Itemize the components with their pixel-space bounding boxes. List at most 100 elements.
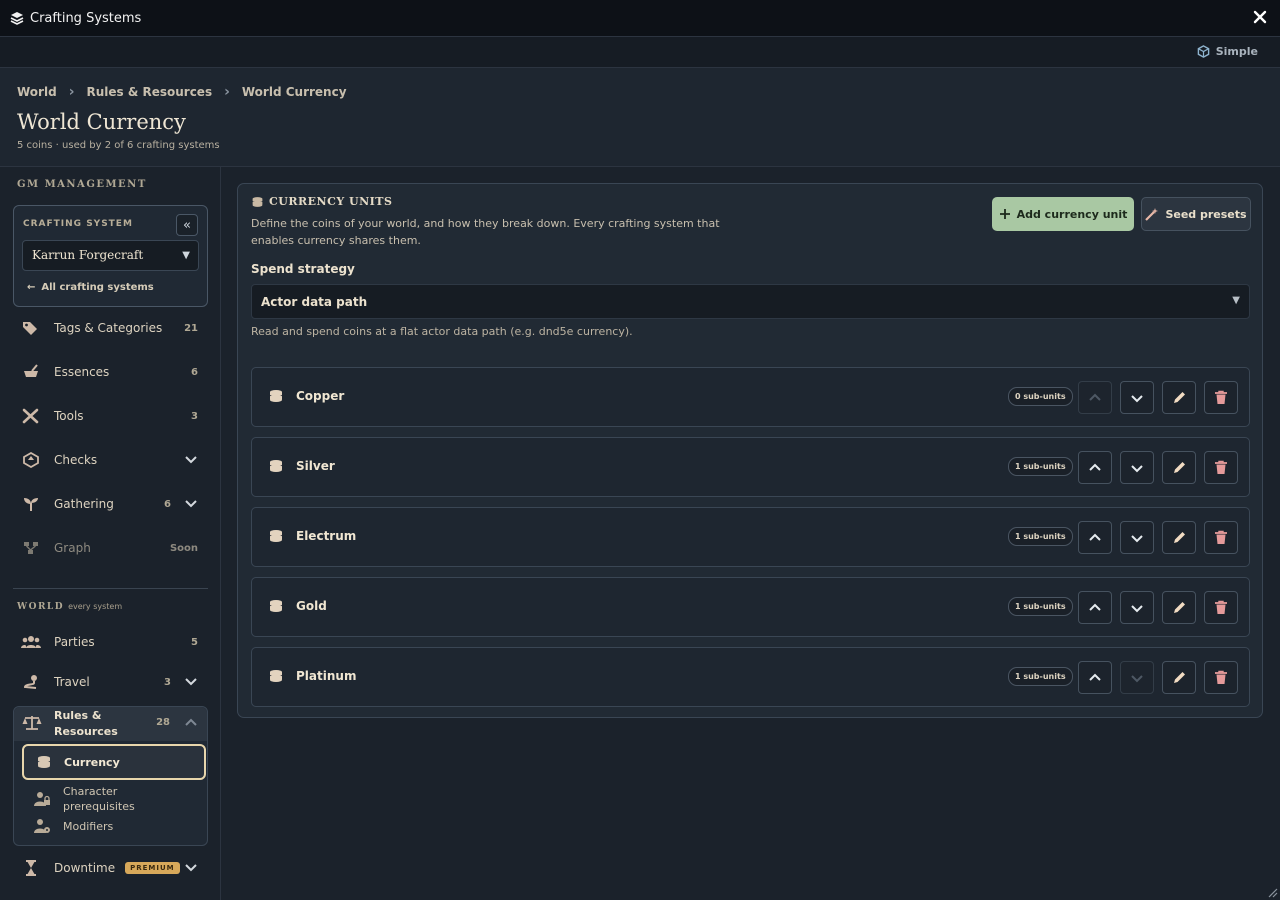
delete-button[interactable] xyxy=(1204,521,1238,554)
trash-icon xyxy=(1215,460,1227,474)
item-count: Soon xyxy=(169,542,198,554)
panel-title: CURRENCY UNITS xyxy=(251,195,392,208)
crafting-system-select[interactable]: Karrun Forgecraft ▼ xyxy=(22,240,199,271)
move-down-button[interactable] xyxy=(1120,381,1154,414)
chevron-up-icon xyxy=(1089,393,1101,401)
move-up-button[interactable] xyxy=(1078,661,1112,694)
move-down-button[interactable] xyxy=(1120,451,1154,484)
pencil-icon xyxy=(1173,392,1185,403)
edit-button[interactable] xyxy=(1162,451,1196,484)
chevron-right-icon: › xyxy=(224,84,230,100)
sidebar-subitem-modifiers[interactable]: Modifiers xyxy=(34,818,218,834)
premium-badge: PREMIUM xyxy=(125,862,180,874)
sidebar-item-tools[interactable]: Tools 3 xyxy=(13,396,208,436)
sidebar-item-downtime[interactable]: Downtime PREMIUM xyxy=(13,848,208,888)
sub-units-badge: 1 sub-units xyxy=(1008,457,1073,476)
sub-units-badge: 1 sub-units xyxy=(1008,667,1073,686)
sidebar-item-label: Gathering xyxy=(54,497,114,511)
breadcrumb-world[interactable]: World xyxy=(17,85,57,99)
sidebar-item-label: Graph xyxy=(54,541,91,555)
page-subtitle: 5 coins · used by 2 of 6 crafting system… xyxy=(17,140,220,151)
sidebar-subitem-character-prerequisites[interactable]: Character prerequisites xyxy=(34,784,218,814)
label-line2: prerequisites xyxy=(63,800,135,813)
collapse-sidebar-button[interactable]: « xyxy=(176,214,198,236)
sidebar-item-parties[interactable]: Parties 5 xyxy=(13,622,208,662)
unit-coin-icon xyxy=(268,389,284,406)
delete-button[interactable] xyxy=(1204,451,1238,484)
move-up-button[interactable] xyxy=(1078,451,1112,484)
sidebar-item-gathering[interactable]: Gathering 6 xyxy=(13,484,208,524)
mortar-icon xyxy=(21,363,41,381)
delete-button[interactable] xyxy=(1204,381,1238,414)
resize-grip-icon[interactable] xyxy=(1266,886,1278,898)
crafting-system-label: CRAFTING SYSTEM xyxy=(23,219,133,229)
rules-label-line2: Resources xyxy=(54,725,118,738)
coins-icon xyxy=(270,460,282,472)
item-count: 3 xyxy=(191,410,198,422)
edit-button[interactable] xyxy=(1162,381,1196,414)
edit-button[interactable] xyxy=(1162,521,1196,554)
graph-icon xyxy=(21,539,41,557)
dice-icon xyxy=(21,451,41,469)
move-down-button xyxy=(1120,661,1154,694)
sidebar-subitem-currency[interactable]: Currency xyxy=(22,744,206,780)
currency-unit-row: Silver 1 sub-units xyxy=(251,437,1250,497)
rules-label-line1: Rules & xyxy=(54,709,102,722)
move-down-button[interactable] xyxy=(1120,521,1154,554)
unit-coin-icon xyxy=(268,529,284,546)
close-icon[interactable] xyxy=(1252,9,1268,25)
coins-icon xyxy=(270,530,282,542)
currency-unit-row: Platinum 1 sub-units xyxy=(251,647,1250,707)
sidebar-item-checks[interactable]: Checks xyxy=(13,440,208,480)
delete-button[interactable] xyxy=(1204,661,1238,694)
delete-button[interactable] xyxy=(1204,591,1238,624)
world-label-sub: every system xyxy=(68,602,123,611)
edit-button[interactable] xyxy=(1162,591,1196,624)
breadcrumb-rules[interactable]: Rules & Resources xyxy=(86,85,212,99)
coins-icon xyxy=(38,756,50,768)
chevron-right-icon: › xyxy=(68,84,75,100)
sidebar-item-graph: Graph Soon xyxy=(13,528,208,568)
section-gm-label: GM MANAGEMENT xyxy=(17,179,147,190)
chevron-down-icon xyxy=(1131,674,1143,682)
item-count: 6 xyxy=(164,498,171,510)
sidebar-item-essences[interactable]: Essences 6 xyxy=(13,352,208,392)
coins-icon xyxy=(270,600,282,612)
add-currency-unit-button[interactable]: Add currency unit xyxy=(992,197,1134,231)
sidebar-item-label: Tags & Categories xyxy=(54,321,163,335)
all-systems-label: All crafting systems xyxy=(41,282,154,293)
currency-unit-row: Gold 1 sub-units xyxy=(251,577,1250,637)
breadcrumb-current: World Currency xyxy=(241,85,347,99)
seed-presets-button[interactable]: Seed presets xyxy=(1141,197,1251,231)
double-chevron-left-icon: « xyxy=(183,217,191,233)
move-up-button[interactable] xyxy=(1078,521,1112,554)
hourglass-icon xyxy=(21,859,41,877)
move-down-button[interactable] xyxy=(1120,591,1154,624)
chevron-down-icon xyxy=(1131,604,1143,612)
window-title: Crafting Systems xyxy=(30,10,142,26)
sidebar-item-rules-resources[interactable]: Rules & Resources 28 xyxy=(14,707,207,741)
all-systems-link[interactable]: ← All crafting systems xyxy=(27,282,154,293)
pencil-icon xyxy=(1173,672,1185,683)
move-up-button xyxy=(1078,381,1112,414)
mode-toggle[interactable]: Simple xyxy=(1197,45,1258,58)
sidebar-item-tags[interactable]: Tags & Categories 21 xyxy=(13,308,208,348)
sidebar-item-travel[interactable]: Travel 3 xyxy=(13,662,208,702)
edit-button[interactable] xyxy=(1162,661,1196,694)
spend-strategy-value: Actor data path xyxy=(261,295,368,309)
cube-icon xyxy=(1197,45,1210,58)
sidebar-subitem-label: Modifiers xyxy=(63,819,114,833)
scale-icon xyxy=(22,716,42,730)
panel-title-text: CURRENCY UNITS xyxy=(269,195,393,208)
chevron-up-icon[interactable] xyxy=(184,716,198,730)
move-up-button[interactable] xyxy=(1078,591,1112,624)
unit-name: Platinum xyxy=(296,669,357,683)
seed-button-label: Seed presets xyxy=(1165,207,1247,221)
item-count: 6 xyxy=(191,366,198,378)
arrow-left-icon: ← xyxy=(27,282,36,293)
chevron-up-icon xyxy=(1089,673,1101,681)
page-header: World › Rules & Resources › World Curren… xyxy=(0,68,1280,167)
sidebar-divider xyxy=(13,588,208,589)
spend-strategy-select[interactable]: Actor data path ▼ xyxy=(251,284,1250,319)
chevron-up-icon xyxy=(1089,463,1101,471)
